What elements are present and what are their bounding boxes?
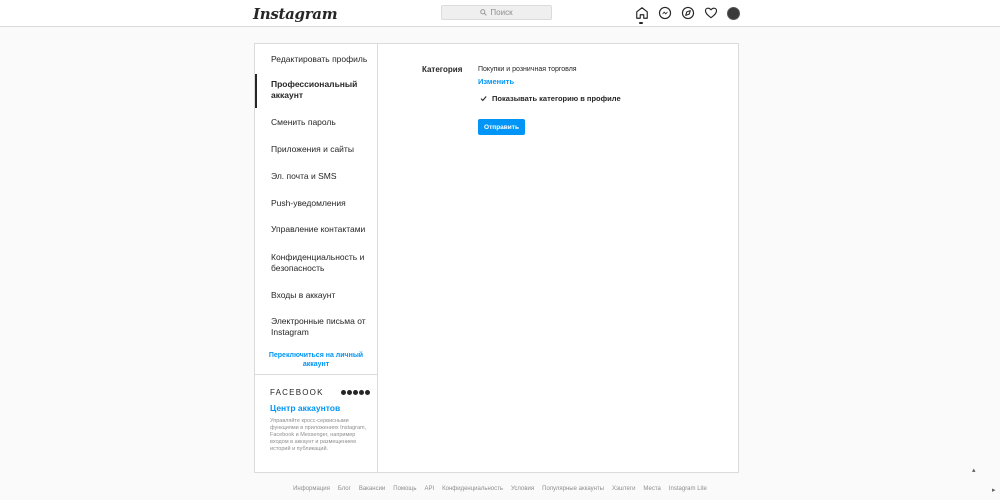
footer-link-locations[interactable]: Места xyxy=(643,486,660,492)
sidebar-item-edit-profile[interactable]: Редактировать профиль xyxy=(255,54,377,65)
sidebar-item-login-activity[interactable]: Входы в аккаунт xyxy=(255,290,377,301)
sidebar-item-privacy-and-security[interactable]: Конфиденциальность и безопасность xyxy=(255,252,377,274)
accounts-center-description: Управляйте кросс-сервисными функциями в … xyxy=(270,418,367,452)
scroll-indicator-icon: ▴ xyxy=(972,467,976,474)
avatar[interactable] xyxy=(727,6,740,20)
accounts-center-link[interactable]: Центр аккаунтов xyxy=(270,403,370,413)
instagram-small-icon xyxy=(353,390,358,395)
messenger-small-icon xyxy=(347,390,352,395)
search-placeholder: Поиск xyxy=(490,8,513,17)
instagram-logo[interactable]: Instagram xyxy=(253,5,338,23)
active-page-indicator xyxy=(639,22,643,24)
footer-link-privacy[interactable]: Конфиденциальность xyxy=(442,486,503,492)
sidebar-divider xyxy=(255,374,377,375)
footer-link-terms[interactable]: Условия xyxy=(511,486,534,492)
footer-links: Информация Блог Вакансии Помощь API Конф… xyxy=(0,486,1000,492)
top-navigation: Instagram Поиск xyxy=(0,0,1000,27)
submit-button[interactable]: Отправить xyxy=(478,119,525,135)
sidebar-item-apps-and-websites[interactable]: Приложения и сайты xyxy=(255,144,377,155)
footer-link-about[interactable]: Информация xyxy=(293,486,330,492)
show-category-checkbox[interactable]: Показывать категорию в профиле xyxy=(480,94,621,103)
settings-panel: Редактировать профиль Профессиональный а… xyxy=(254,43,739,473)
settings-sidebar: Редактировать профиль Профессиональный а… xyxy=(255,44,378,472)
facebook-wordmark: FACEBOOK xyxy=(270,388,324,397)
home-icon[interactable] xyxy=(635,6,649,20)
heart-icon[interactable] xyxy=(704,6,718,20)
footer-link-top-accounts[interactable]: Популярные аккаунты xyxy=(542,486,604,492)
sidebar-item-push-notifications[interactable]: Push-уведомления xyxy=(255,198,377,209)
category-value: Покупки и розничная торговля xyxy=(478,66,577,73)
sidebar-item-emails-from-instagram[interactable]: Электронные письма от Instagram xyxy=(255,316,377,338)
messenger-icon[interactable] xyxy=(658,6,672,20)
nav-icons xyxy=(635,6,740,20)
whatsapp-icon xyxy=(359,390,364,395)
footer-link-api[interactable]: API xyxy=(424,486,434,492)
meta-app-icons xyxy=(341,390,370,395)
show-category-label: Показывать категорию в профиле xyxy=(492,94,621,103)
sidebar-item-manage-contacts[interactable]: Управление контактами xyxy=(255,224,377,235)
search-input[interactable]: Поиск xyxy=(441,5,552,20)
sidebar-item-professional-account[interactable]: Профессиональный аккаунт xyxy=(255,74,377,108)
sidebar-item-email-and-sms[interactable]: Эл. почта и SMS xyxy=(255,171,377,182)
accounts-center-block: FACEBOOK Центр аккаунтов Управляйте крос… xyxy=(270,388,370,453)
explore-icon[interactable] xyxy=(681,6,695,20)
footer-link-instagram-lite[interactable]: Instagram Lite xyxy=(669,486,707,492)
change-category-link[interactable]: Изменить xyxy=(478,77,514,86)
checkmark-icon xyxy=(480,96,487,102)
category-label: Категория xyxy=(422,65,463,74)
oculus-icon xyxy=(365,390,370,395)
footer-link-hashtags[interactable]: Хэштеги xyxy=(612,486,635,492)
sidebar-item-change-password[interactable]: Сменить пароль xyxy=(255,117,377,128)
footer-link-help[interactable]: Помощь xyxy=(393,486,416,492)
footer-link-jobs[interactable]: Вакансии xyxy=(359,486,385,492)
switch-to-personal-account-link[interactable]: Переключиться на личный аккаунт xyxy=(263,351,369,369)
cursor-icon: ▸ xyxy=(992,487,996,494)
search-icon xyxy=(480,9,488,16)
facebook-icon xyxy=(341,390,346,395)
footer-link-blog[interactable]: Блог xyxy=(338,486,351,492)
